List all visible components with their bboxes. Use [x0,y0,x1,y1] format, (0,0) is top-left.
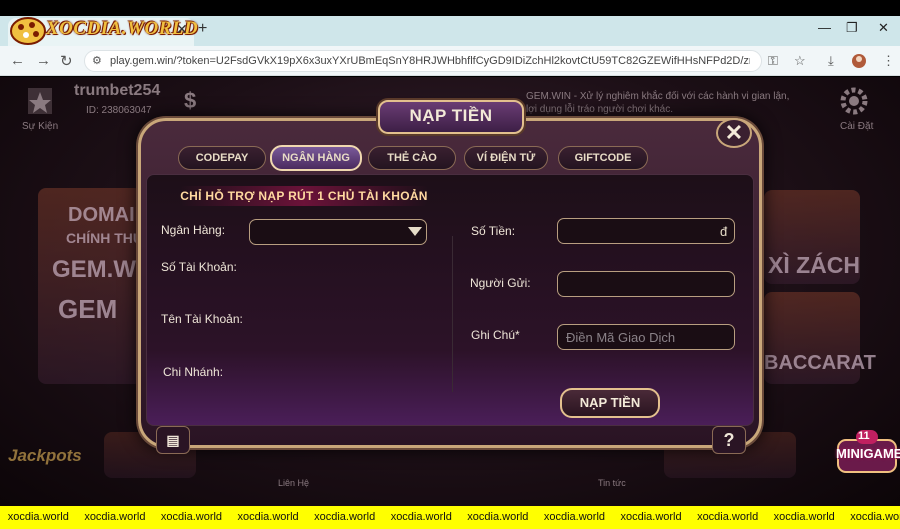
amount-input[interactable] [557,218,735,244]
modal-close-button[interactable]: ✕ [716,118,752,148]
single-account-notice: CHỈ HỖ TRỢ NẠP RÚT 1 CHỦ TÀI KHOẢN [180,186,428,206]
minigame-label[interactable]: MINIGAME [836,446,900,461]
restore-icon[interactable]: ❐ [846,20,858,36]
ticker-item: xocdia.world [850,511,900,523]
news-label[interactable]: Tin tức [598,478,626,488]
promo-line-4: GEM [58,294,118,324]
key-icon[interactable]: ⚿ [768,53,778,69]
download-icon[interactable]: ⤓ [828,53,834,69]
sender-label: Người Gửi: [470,276,531,290]
currency-symbol: đ [720,224,728,239]
jackpots-label[interactable]: Jackpots [8,446,82,466]
reload-icon[interactable]: ↻ [60,52,73,70]
account-name-label: Tên Tài Khoản: [161,312,243,326]
tab-giftcode[interactable]: GIFTCODE [558,146,648,170]
username: trumbet254 [74,82,161,99]
ticker-item: xocdia.world [84,511,146,523]
ticker-item: xocdia.world [697,511,759,523]
ticker-item: xocdia.world [237,511,299,523]
note-label: Ghi Chú* [471,328,520,342]
tab-the-cao[interactable]: THẺ CÀO [368,146,456,170]
account-number-label: Số Tài Khoản: [161,260,237,274]
note-input[interactable] [557,324,735,350]
ticker-item: xocdia.world [314,511,376,523]
menu-kebab-icon[interactable]: ⋮ [882,53,895,69]
help-question-icon[interactable]: ? [712,426,746,454]
star-event-icon[interactable] [26,86,54,118]
ticker-item: xocdia.world [467,511,529,523]
ticker-item: xocdia.world [773,511,835,523]
ticker-item: xocdia.world [620,511,682,523]
dollar-icon[interactable]: $ [184,88,196,114]
baccarat-label: BACCARAT [764,352,876,374]
watermark-ticker: xocdia.world xocdia.world xocdia.world xocd… [0,506,900,529]
bank-select[interactable] [249,219,427,245]
form-panel [146,174,754,426]
ticker-item: xocdia.world [390,511,452,523]
window-close-icon[interactable]: ✕ [878,20,889,36]
column-divider [452,236,453,392]
screen-top-strip [0,0,900,16]
chevron-down-icon[interactable] [408,227,422,236]
modal-title: NẠP TIỀN [409,106,493,125]
sender-text-input[interactable] [558,272,734,296]
history-scroll-icon[interactable]: ▤ [156,426,190,454]
minigame-count: 11 [858,430,870,442]
settings-gear-icon[interactable] [839,86,869,116]
bank-label: Ngân Hàng: [161,223,226,237]
forward-icon[interactable]: → [36,52,51,69]
note-text-input[interactable] [558,325,734,349]
url-text[interactable]: play.gem.win/?token=U2FsdGVkX19pX6x3uxYX… [110,55,750,67]
user-id: ID: 238063047 [86,105,152,116]
amount-label: Số Tiền: [471,224,516,238]
contact-label[interactable]: Liên Hệ [278,478,309,488]
announcement-marquee: GEM.WIN - Xử lý nghiêm khắc đối với các … [526,91,790,115]
event-label: Sự Kiện [22,121,59,132]
xizach-label: XÌ ZÁCH [768,252,860,278]
ticker-item: xocdia.world [160,511,223,523]
settings-label: Cài Đặt [840,121,874,132]
deposit-submit-button[interactable]: NẠP TIỀN [560,388,660,418]
profile-avatar[interactable] [851,53,867,69]
branch-label: Chi Nhánh: [163,365,224,379]
amount-text-input[interactable] [558,219,734,243]
dice-bowl-logo-icon [10,17,46,45]
ticker-item: xocdia.world [543,511,606,523]
tab-ngan-hang[interactable]: NGÂN HÀNG [270,145,362,171]
tab-vi-dien-tu[interactable]: VÍ ĐIỆN TỬ [464,146,548,170]
promo-line-1: DOMAIN [68,204,150,226]
minimize-icon[interactable]: — [818,20,831,35]
site-info-icon[interactable]: ⚙ [92,54,102,67]
sender-input[interactable] [557,271,735,297]
tab-close-icon[interactable]: ✕ [176,21,188,38]
bookmark-star-icon[interactable]: ☆ [794,53,806,69]
back-icon[interactable]: ← [10,52,25,69]
ticker-item: xocdia.world [7,511,69,523]
tab-codepay[interactable]: CODEPAY [178,146,266,170]
new-tab-icon[interactable]: + [198,20,207,38]
